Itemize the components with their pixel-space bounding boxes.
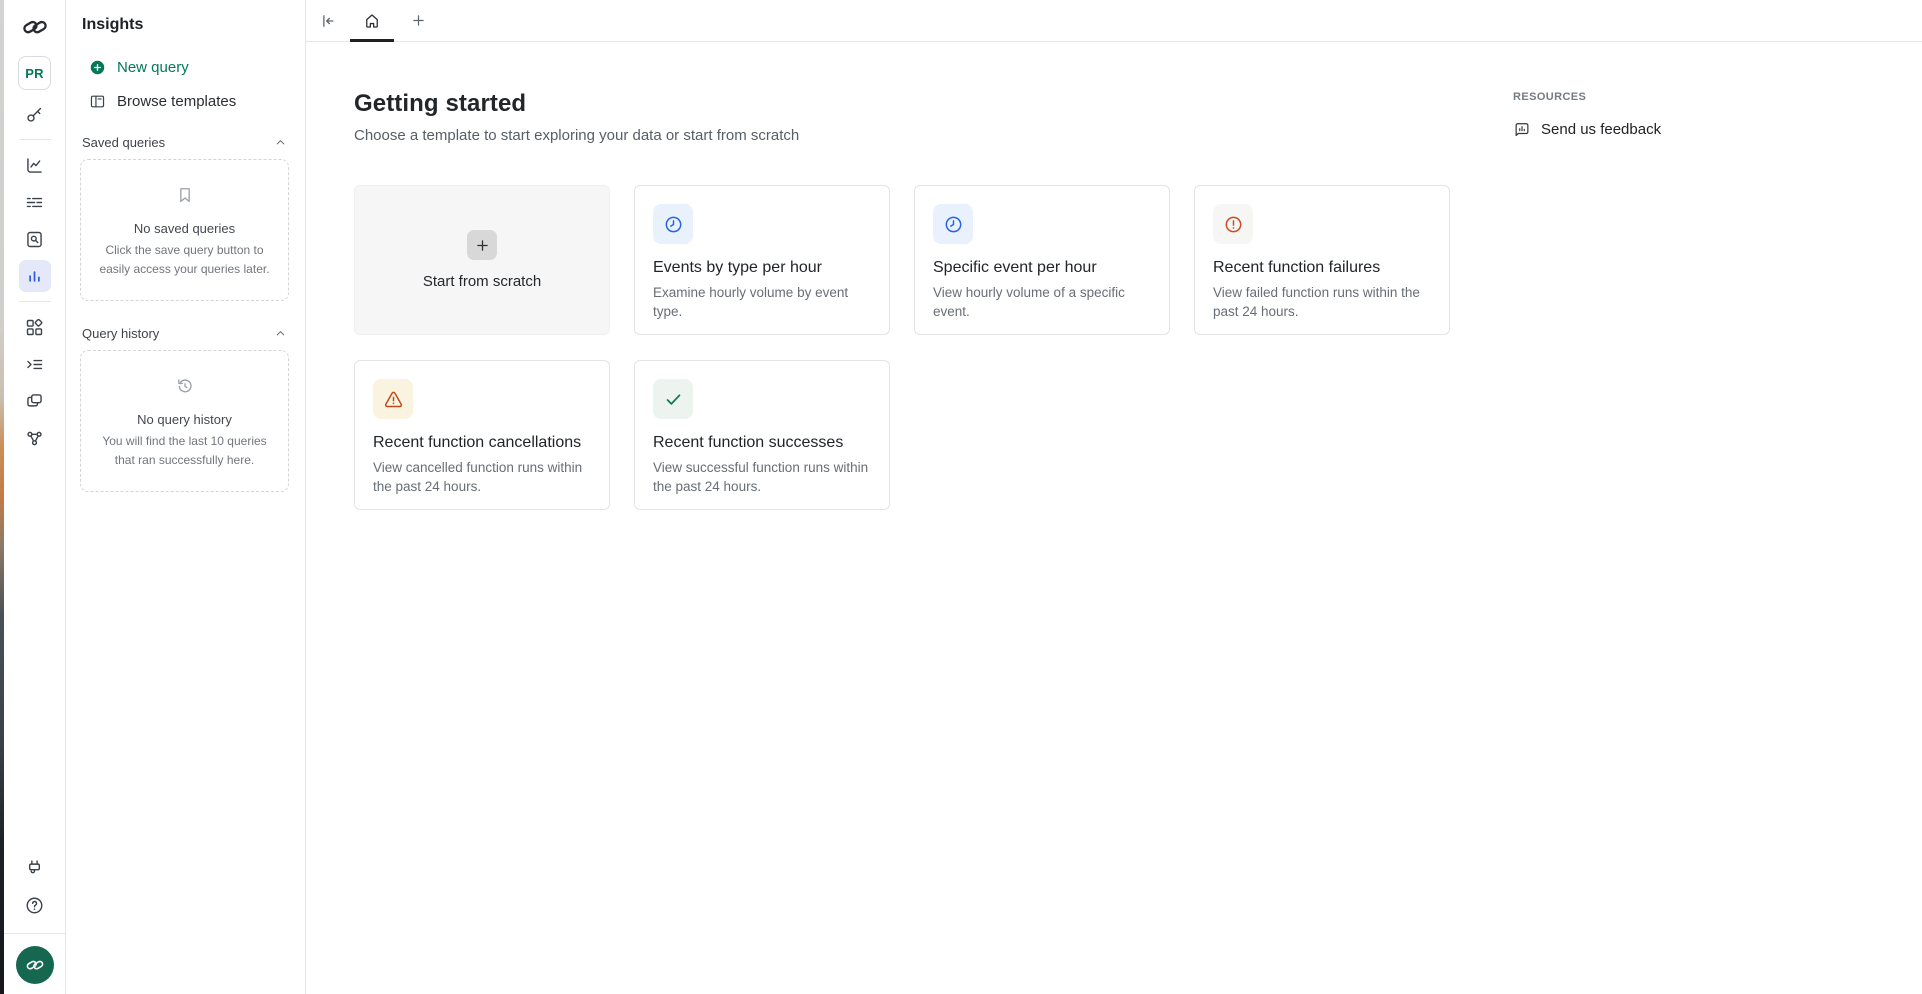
queue-list-icon[interactable] (19, 348, 51, 380)
page-title: Insights (80, 16, 289, 34)
alert-circle-icon (1213, 204, 1253, 244)
start-from-scratch-card[interactable]: Start from scratch (354, 185, 610, 335)
clock-icon (653, 204, 693, 244)
clock-icon (933, 204, 973, 244)
icon-rail: PR (4, 0, 66, 994)
tab-bar (306, 0, 1922, 42)
template-card-function-failures[interactable]: Recent function failures View failed fun… (1194, 185, 1450, 335)
history-icon (175, 376, 195, 396)
saved-queries-label: Saved queries (82, 135, 165, 150)
template-card-description: View hourly volume of a specific event. (933, 283, 1151, 321)
rail-divider (19, 139, 51, 140)
main-area: Getting started Choose a template to sta… (306, 0, 1922, 994)
template-card-description: View successful function runs within the… (653, 458, 871, 496)
query-history-section-header[interactable]: Query history (80, 326, 289, 341)
template-card-description: View failed function runs within the pas… (1213, 283, 1431, 321)
template-card-title: Events by type per hour (653, 259, 871, 277)
home-icon (363, 12, 381, 30)
bar-chart-icon[interactable] (19, 260, 51, 292)
browse-templates-button[interactable]: Browse templates (80, 93, 289, 110)
insights-sidebar: Insights New query Browse templates (66, 0, 306, 994)
template-card-grid: Start from scratch Events by type per ho… (354, 185, 1922, 510)
new-tab-button[interactable] (404, 7, 432, 35)
tab-home[interactable] (350, 0, 394, 41)
getting-started-content: Getting started Choose a template to sta… (306, 42, 1922, 510)
saved-queries-empty-title: No saved queries (93, 221, 276, 236)
account-avatar[interactable] (16, 946, 54, 984)
linked-nodes-icon[interactable] (19, 422, 51, 454)
plus-icon (467, 230, 497, 260)
template-card-title: Recent function failures (1213, 259, 1431, 277)
new-query-label: New query (117, 59, 189, 76)
query-history-empty-title: No query history (93, 412, 276, 427)
list-filter-icon[interactable] (19, 186, 51, 218)
saved-queries-empty-description: Click the save query button to easily ac… (93, 241, 276, 278)
insights-page: PR (0, 0, 1922, 994)
resources-header: RESOURCES (1513, 91, 1833, 103)
feedback-bubble-icon (1513, 120, 1531, 138)
saved-queries-empty-state: No saved queries Click the save query bu… (80, 159, 289, 301)
doc-search-icon[interactable] (19, 223, 51, 255)
send-feedback-button[interactable]: Send us feedback (1513, 120, 1661, 138)
query-history-empty-description: You will find the last 10 queries that r… (93, 432, 276, 469)
start-from-scratch-label: Start from scratch (423, 273, 541, 290)
environment-badge[interactable]: PR (18, 56, 51, 90)
panel-layout-icon (89, 93, 106, 110)
check-icon (653, 379, 693, 419)
saved-queries-section-header[interactable]: Saved queries (80, 135, 289, 150)
template-card-description: Examine hourly volume by event type. (653, 283, 871, 321)
template-card-events-by-type[interactable]: Events by type per hour Examine hourly v… (634, 185, 890, 335)
plug-icon[interactable] (19, 852, 51, 884)
template-card-function-cancellations[interactable]: Recent function cancellations View cance… (354, 360, 610, 510)
query-history-empty-state: No query history You will find the last … (80, 350, 289, 492)
template-card-function-successes[interactable]: Recent function successes View successfu… (634, 360, 890, 510)
template-card-title: Specific event per hour (933, 259, 1151, 277)
warning-triangle-icon (373, 379, 413, 419)
help-icon[interactable] (19, 889, 51, 921)
send-feedback-label: Send us feedback (1541, 121, 1661, 138)
template-card-description: View cancelled function runs within the … (373, 458, 591, 496)
chevron-up-icon (274, 327, 287, 340)
new-query-button[interactable]: New query (80, 59, 289, 76)
rail-divider (19, 301, 51, 302)
bookmark-icon (175, 185, 195, 205)
template-card-title: Recent function successes (653, 434, 871, 452)
template-card-specific-event[interactable]: Specific event per hour View hourly volu… (914, 185, 1170, 335)
key-icon[interactable] (19, 98, 51, 130)
browse-templates-label: Browse templates (117, 93, 236, 110)
query-history-label: Query history (82, 326, 159, 341)
plus-circle-icon (89, 59, 106, 76)
rail-divider (4, 933, 66, 934)
resources-panel: RESOURCES Send us feedback (1513, 91, 1833, 138)
line-chart-icon[interactable] (19, 149, 51, 181)
inngest-logo[interactable] (19, 12, 51, 42)
stacked-windows-icon[interactable] (19, 385, 51, 417)
apps-grid-icon[interactable] (19, 311, 51, 343)
template-card-title: Recent function cancellations (373, 434, 591, 452)
collapse-sidebar-button[interactable] (314, 7, 342, 35)
chevron-up-icon (274, 136, 287, 149)
